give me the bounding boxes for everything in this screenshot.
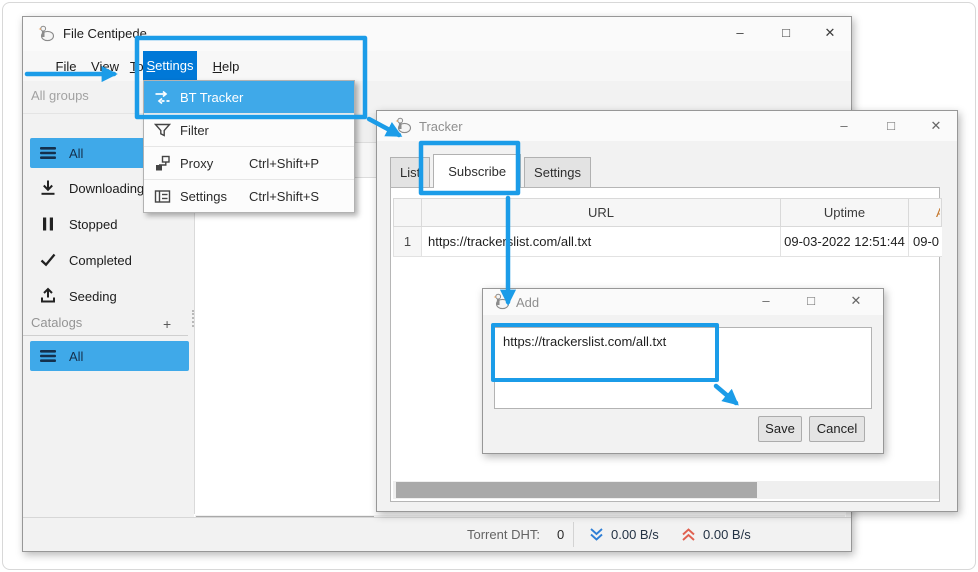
menu-item-label: BT Tracker [180, 90, 243, 105]
url-column-header[interactable]: URL [422, 199, 781, 227]
tracker-window-title: Tracker [419, 119, 463, 134]
tracker-url-input[interactable]: https://trackerslist.com/all.txt [494, 327, 872, 409]
menu-item-shortcut: Ctrl+Shift+S [249, 189, 319, 204]
clipped-cell: 09-0 [909, 227, 942, 257]
window-title: File Centipede [63, 26, 147, 41]
sidebar-item-seeding[interactable]: Seeding [30, 281, 189, 311]
sidebar-item-completed[interactable]: Completed [30, 245, 189, 275]
close-icon[interactable]: ✕ [844, 291, 868, 311]
upload-speed-icon [681, 527, 696, 542]
tab-settings[interactable]: Settings [524, 157, 591, 187]
proxy-network-icon [154, 155, 171, 172]
add-dialog: Add – □ ✕ https://trackerslist.com/all.t… [482, 288, 884, 454]
menu-item-proxy[interactable]: Proxy Ctrl+Shift+P [144, 147, 354, 180]
url-cell: https://trackerslist.com/all.txt [422, 227, 781, 257]
menu-icon [39, 144, 57, 162]
add-catalog-button[interactable]: + [163, 316, 171, 332]
catalogs-label: Catalogs [31, 315, 82, 330]
settings-form-icon [154, 188, 171, 205]
add-dialog-titlebar[interactable]: Add – □ ✕ [483, 289, 883, 315]
maximize-icon[interactable]: □ [799, 291, 823, 311]
menu-item-shortcut: Ctrl+Shift+P [249, 156, 319, 171]
menu-file[interactable]: File [47, 54, 85, 79]
clipped-column-header-fragment: A [936, 205, 940, 218]
sidebar-item-label: Stopped [69, 217, 117, 232]
menu-settings[interactable]: Settings [143, 51, 197, 81]
table-row[interactable]: 1 https://trackerslist.com/all.txt 09-03… [394, 227, 942, 257]
close-icon[interactable]: ✕ [921, 115, 951, 137]
download-speed-icon [589, 527, 604, 542]
menu-item-label: Filter [180, 123, 209, 138]
table-hscrollbar-thumb[interactable] [396, 482, 757, 498]
torrent-dht-label: Torrent DHT: [467, 525, 540, 545]
filter-icon [154, 122, 171, 139]
status-bar: Torrent DHT: 0 0.00 B/s 0.00 B/s [23, 517, 851, 551]
tracker-titlebar[interactable]: Tracker – □ ✕ [377, 111, 957, 141]
sidebar-item-label: Seeding [69, 289, 117, 304]
uptime-column-header[interactable]: Uptime [781, 199, 909, 227]
menu-item-label: Proxy [180, 156, 213, 171]
maximize-icon[interactable]: □ [771, 22, 801, 44]
main-titlebar[interactable]: File Centipede – □ ✕ [23, 17, 851, 51]
sidebar-item-stopped[interactable]: Stopped [30, 209, 189, 239]
menu-bar: File View Tools Settings Help [23, 51, 851, 81]
tracker-tabbar: List Subscribe Settings [390, 153, 594, 187]
download-speed-value: 0.00 B/s [611, 525, 659, 545]
upload-icon [39, 287, 57, 305]
app-logo-goose-icon [38, 25, 55, 42]
tab-subscribe[interactable]: Subscribe [433, 154, 521, 188]
tracker-shuffle-icon [154, 89, 171, 106]
catalogs-header: Catalogs + [23, 313, 188, 336]
maximize-icon[interactable]: □ [876, 115, 906, 137]
catalog-item-label: All [69, 349, 83, 364]
menu-icon [39, 347, 57, 365]
close-icon[interactable]: ✕ [815, 22, 845, 44]
app-logo-goose-icon [395, 117, 412, 134]
torrent-dht-value: 0 [557, 525, 564, 545]
menu-view[interactable]: View [83, 54, 127, 79]
save-button[interactable]: Save [758, 416, 802, 442]
minimize-icon[interactable]: – [754, 291, 778, 311]
check-icon [39, 251, 57, 269]
menu-item-filter[interactable]: Filter [144, 114, 354, 147]
uptime-cell: 09-03-2022 12:51:44 [781, 227, 909, 257]
catalog-item-all[interactable]: All [30, 341, 189, 371]
all-groups-label[interactable]: All groups [31, 88, 89, 103]
clipped-column-header[interactable]: A [909, 199, 942, 227]
settings-dropdown-menu: BT Tracker Filter Proxy Ctrl+Shift+P Set… [143, 80, 355, 213]
row-number-cell: 1 [394, 227, 422, 257]
upload-speed-value: 0.00 B/s [703, 525, 751, 545]
table-hscrollbar[interactable] [393, 481, 939, 499]
add-dialog-title: Add [516, 295, 539, 310]
sidebar-item-label: All [69, 146, 83, 161]
download-icon [39, 179, 57, 197]
menu-item-bt-tracker[interactable]: BT Tracker [144, 81, 354, 114]
menu-item-settings[interactable]: Settings Ctrl+Shift+S [144, 180, 354, 212]
pause-icon [39, 215, 57, 233]
minimize-icon[interactable]: – [829, 115, 859, 137]
status-separator [573, 522, 574, 547]
cancel-button[interactable]: Cancel [809, 416, 865, 442]
sidebar-item-label: Downloading [69, 181, 144, 196]
table-header-row: URL Uptime A [394, 199, 942, 227]
app-logo-goose-icon [493, 293, 510, 310]
tab-list[interactable]: List [390, 157, 430, 187]
subscription-table: URL Uptime A 1 https://trackerslist.com/… [393, 198, 942, 257]
menu-help[interactable]: Help [205, 54, 247, 79]
screenshot-root: File Centipede – □ ✕ File View Tools Set… [0, 0, 978, 572]
sidebar-item-label: Completed [69, 253, 132, 268]
splitter-handle[interactable] [192, 310, 194, 327]
minimize-icon[interactable]: – [725, 22, 755, 44]
row-number-header[interactable] [394, 199, 422, 227]
menu-item-label: Settings [180, 189, 227, 204]
